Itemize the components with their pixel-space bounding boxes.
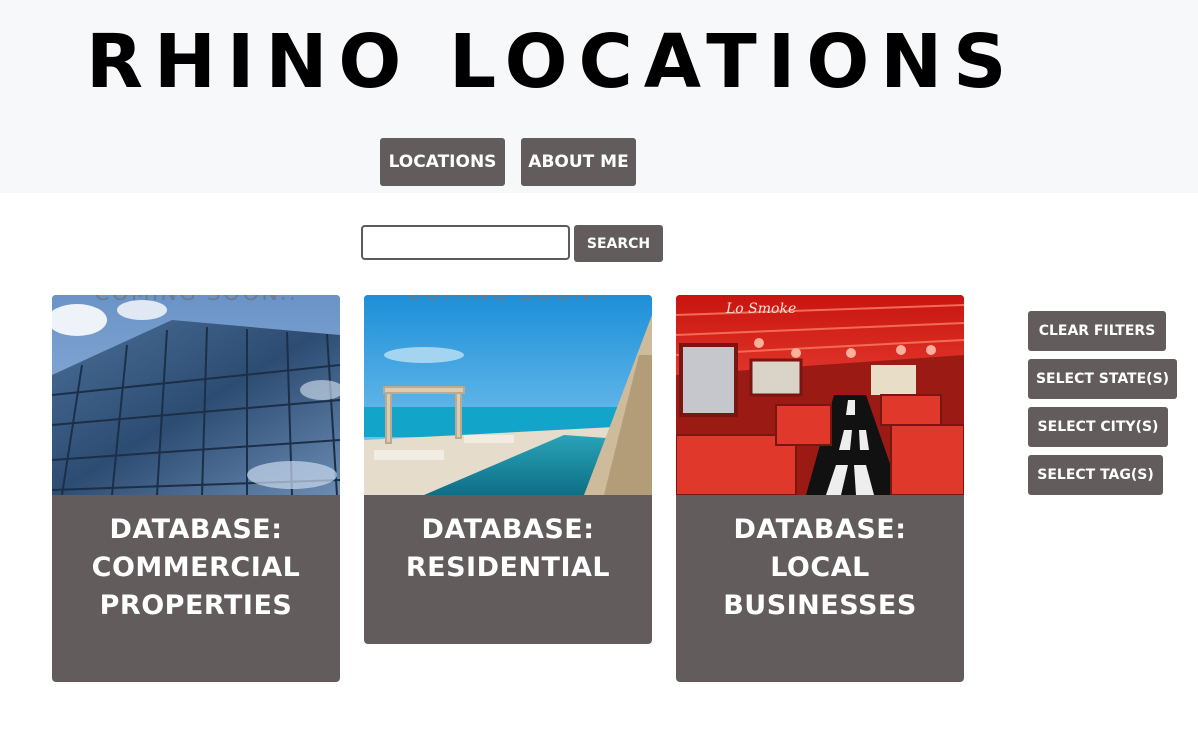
search-button[interactable]: SEARCH xyxy=(574,225,663,262)
coming-soon-overlay: COMING SOON.. xyxy=(52,295,340,306)
card-title: DATABASE: COMMERCIAL PROPERTIES xyxy=(52,495,340,625)
card-title-line: PROPERTIES xyxy=(99,590,293,621)
select-tags-button[interactable]: SELECT TAG(S) xyxy=(1028,455,1163,495)
residential-pool-image: COMING SOON.. xyxy=(364,295,652,495)
card-title-line: RESIDENTIAL xyxy=(405,552,611,583)
card-title-line: LOCAL xyxy=(770,552,870,583)
coming-soon-overlay: COMING SOON.. xyxy=(364,295,652,306)
card-title-line: DATABASE: xyxy=(733,514,907,545)
card-title-line: BUSINESSES xyxy=(723,590,917,621)
card-title: DATABASE: LOCAL BUSINESSES xyxy=(676,495,964,625)
svg-text:Lo Smoke: Lo Smoke xyxy=(725,301,796,317)
nav-about-me-button[interactable]: ABOUT ME xyxy=(521,138,636,186)
clear-filters-button[interactable]: CLEAR FILTERS xyxy=(1028,311,1166,351)
card-residential[interactable]: COMING SOON.. DATABASE: RESIDENTIAL xyxy=(364,295,652,644)
search-input[interactable] xyxy=(361,225,570,260)
card-title-line: DATABASE: xyxy=(109,514,283,545)
select-states-button[interactable]: SELECT STATE(S) xyxy=(1028,359,1177,399)
nav-locations-button[interactable]: LOCATIONS xyxy=(380,138,505,186)
commercial-building-image: COMING SOON.. xyxy=(52,295,340,495)
card-local-businesses[interactable]: Lo Smoke DATABASE: LOCAL BUSINESSES xyxy=(676,295,964,682)
site-title: RHINO LOCATIONS xyxy=(86,19,1018,105)
site-header: RHINO LOCATIONS LOCATIONS ABOUT ME xyxy=(0,0,1198,193)
card-title-line: COMMERCIAL xyxy=(91,552,301,583)
diner-interior-image: Lo Smoke xyxy=(676,295,964,495)
card-title-line: DATABASE: xyxy=(421,514,595,545)
select-cities-button[interactable]: SELECT CITY(S) xyxy=(1028,407,1168,447)
card-title: DATABASE: RESIDENTIAL xyxy=(364,495,652,587)
card-commercial-properties[interactable]: COMING SOON.. DATABASE: COMMERCIAL PROPE… xyxy=(52,295,340,682)
